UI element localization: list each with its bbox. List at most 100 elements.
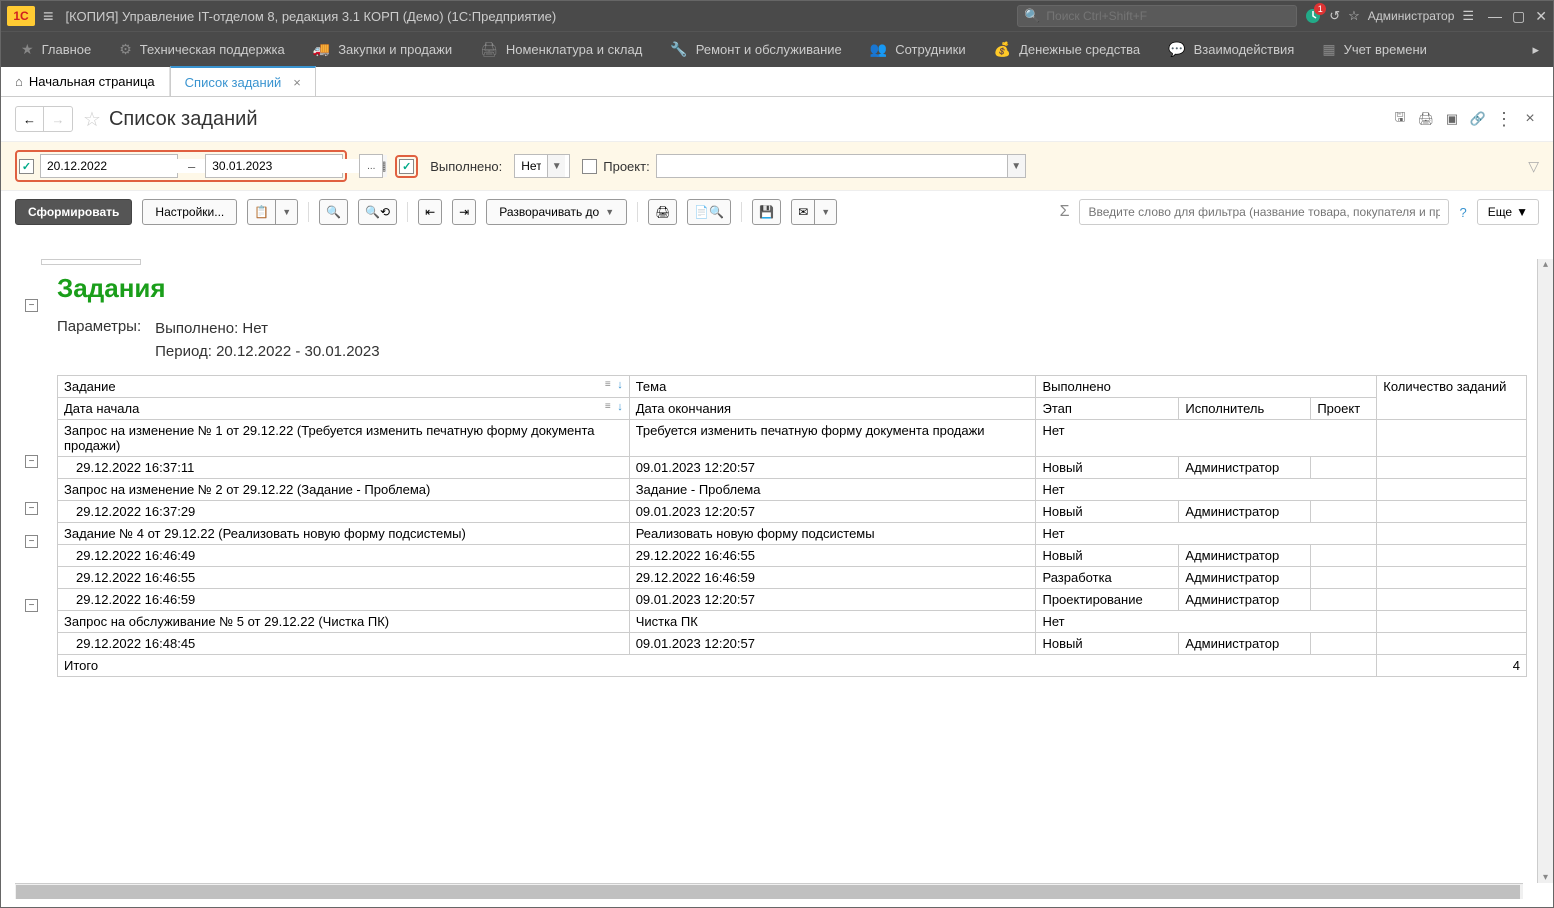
tabs-bar: ⌂Начальная страница Список заданий× [1,67,1553,97]
favorites-icon[interactable]: ☆ [1348,8,1360,24]
zoom-reset-button[interactable]: 🔍⟲ [358,199,397,225]
table-group-row[interactable]: Запрос на обслуживание № 5 от 29.12.22 (… [58,611,1527,633]
calendar-icon: ▦ [1322,41,1335,58]
filter-toggle-icon[interactable]: ▽ [1528,158,1539,175]
th-task[interactable]: Задание [58,376,630,398]
th-done[interactable]: Выполнено [1036,376,1377,398]
done-checkbox[interactable] [399,159,414,174]
th-date-end[interactable]: Дата окончания [629,398,1036,420]
menu-time[interactable]: ▦Учет времени [1308,33,1441,66]
date-to-input[interactable]: ▦ [205,154,343,178]
nav-forward-button[interactable]: → [44,107,72,131]
table-group-row[interactable]: Запрос на изменение № 2 от 29.12.22 (Зад… [58,479,1527,501]
close-window-button[interactable]: ✕ [1535,8,1547,25]
form-close-icon[interactable]: × [1521,110,1539,128]
table-row[interactable]: 29.12.2022 16:48:4509.01.2023 12:20:57Но… [58,633,1527,655]
email-button[interactable]: ✉ [791,199,814,225]
menu-purchases[interactable]: 🚚Закупки и продажи [299,33,466,66]
print-button[interactable]: 🖨 [648,199,677,225]
menu-main[interactable]: ★Главное [7,33,105,66]
nav-back-button[interactable]: ← [16,107,44,131]
table-row[interactable]: 29.12.2022 16:37:1109.01.2023 12:20:57Но… [58,457,1527,479]
link-icon[interactable]: 🔗 [1469,111,1487,127]
minimize-button[interactable]: — [1488,8,1502,25]
maximize-button[interactable]: ▢ [1512,8,1525,25]
email-button-group: ✉ ▼ [791,199,837,225]
vertical-scrollbar[interactable]: ▴ ▾ [1537,259,1553,883]
th-stage[interactable]: Этап [1036,398,1179,420]
report-params: Параметры: Выполнено: Нет Период: 20.12.… [15,304,1539,375]
export-icon[interactable]: ▣ [1443,111,1461,127]
help-icon[interactable]: ? [1459,205,1466,220]
collapse-group-1-icon[interactable]: − [25,455,38,468]
people-icon: 👥 [870,41,887,58]
sum-icon[interactable]: Σ [1060,203,1070,221]
burger-menu-icon[interactable]: ≡ [43,6,54,27]
menu-more-icon[interactable]: ▸ [1518,42,1553,58]
menu-stock[interactable]: 🖨Номенклатура и склад [466,33,656,66]
menu-money[interactable]: 💰Денежные средства [980,33,1155,66]
period-picker-button[interactable]: ... [359,154,383,178]
save-icon[interactable]: 🖫 [1391,108,1409,130]
collapse-all-button[interactable]: ⇤ [418,199,442,225]
scroll-down-icon[interactable]: ▾ [1538,872,1553,883]
notifications-icon[interactable] [1305,8,1321,24]
menu-support[interactable]: ⚙Техническая поддержка [105,33,299,66]
paste-dropdown[interactable]: ▼ [275,199,298,225]
save-file-button[interactable]: 💾 [752,199,781,225]
project-checkbox[interactable] [582,159,597,174]
paste-button[interactable]: 📋 [247,199,275,225]
period-checkbox[interactable] [19,159,34,174]
history-icon[interactable]: ↺ [1329,8,1340,24]
th-topic[interactable]: Тема [629,376,1036,398]
table-row[interactable]: 29.12.2022 16:46:5909.01.2023 12:20:57Пр… [58,589,1527,611]
th-executor[interactable]: Исполнитель [1179,398,1311,420]
horizontal-scrollbar[interactable] [15,883,1523,899]
chevron-down-icon[interactable]: ▼ [1007,155,1025,177]
favorite-star-icon[interactable]: ☆ [83,107,101,132]
menu-repair[interactable]: 🔧Ремонт и обслуживание [656,33,855,66]
more-vertical-icon[interactable]: ⋮ [1495,109,1513,130]
settings-icon[interactable]: ☰ [1462,8,1474,24]
date-from-input[interactable]: ▦ [40,154,178,178]
print-icon[interactable]: 🖨 [1417,111,1435,127]
global-search-input[interactable] [1046,9,1290,23]
email-dropdown[interactable]: ▼ [814,199,837,225]
th-date-start[interactable]: Дата начала [58,398,630,420]
chevron-down-icon[interactable]: ▼ [547,155,565,177]
generate-button[interactable]: Сформировать [15,199,132,225]
preview-button[interactable]: 📄🔍 [687,199,731,225]
collapse-group-2-icon[interactable]: − [25,502,38,515]
collapse-group-4-icon[interactable]: − [25,599,38,612]
nav-back-forward: ← → [15,106,73,132]
table-row[interactable]: 29.12.2022 16:37:2909.01.2023 12:20:57Но… [58,501,1527,523]
global-search[interactable]: 🔍 [1017,5,1297,27]
tab-home[interactable]: ⌂Начальная страница [1,67,170,96]
table-group-row[interactable]: Задание № 4 от 29.12.22 (Реализовать нов… [58,523,1527,545]
done-dropdown[interactable]: ▼ [514,154,570,178]
scroll-up-icon[interactable]: ▴ [1538,259,1553,270]
project-dropdown[interactable]: ▼ [656,154,1026,178]
report-title: Задания [15,265,1539,304]
user-label[interactable]: Администратор [1368,9,1455,23]
table-row[interactable]: 29.12.2022 16:46:5529.12.2022 16:46:59Ра… [58,567,1527,589]
menu-interactions[interactable]: 💬Взаимодействия [1154,33,1308,66]
more-button[interactable]: Еще▼ [1477,199,1539,225]
report-area[interactable]: − Задания Параметры: Выполнено: Нет Пери… [15,259,1539,895]
th-project[interactable]: Проект [1311,398,1377,420]
filter-bar: ▦ – ▦ ... Выполнено: ▼ Проект: ▼ ▽ [1,141,1553,191]
th-count[interactable]: Количество заданий [1377,376,1527,420]
expand-all-button[interactable]: ⇥ [452,199,476,225]
tab-close-icon[interactable]: × [293,75,301,90]
expand-to-button[interactable]: Разворачивать до▼ [486,199,627,225]
menu-staff[interactable]: 👥Сотрудники [856,33,980,66]
collapse-report-icon[interactable]: − [25,299,38,312]
word-filter-input[interactable] [1079,199,1449,225]
zoom-in-button[interactable]: 🔍 [319,199,348,225]
h-scrollbar-thumb[interactable] [16,885,1520,899]
tab-task-list[interactable]: Список заданий× [170,66,316,96]
settings-button[interactable]: Настройки... [142,199,237,225]
table-row[interactable]: 29.12.2022 16:46:4929.12.2022 16:46:55Но… [58,545,1527,567]
collapse-group-3-icon[interactable]: − [25,535,38,548]
table-group-row[interactable]: Запрос на изменение № 1 от 29.12.22 (Тре… [58,420,1527,457]
